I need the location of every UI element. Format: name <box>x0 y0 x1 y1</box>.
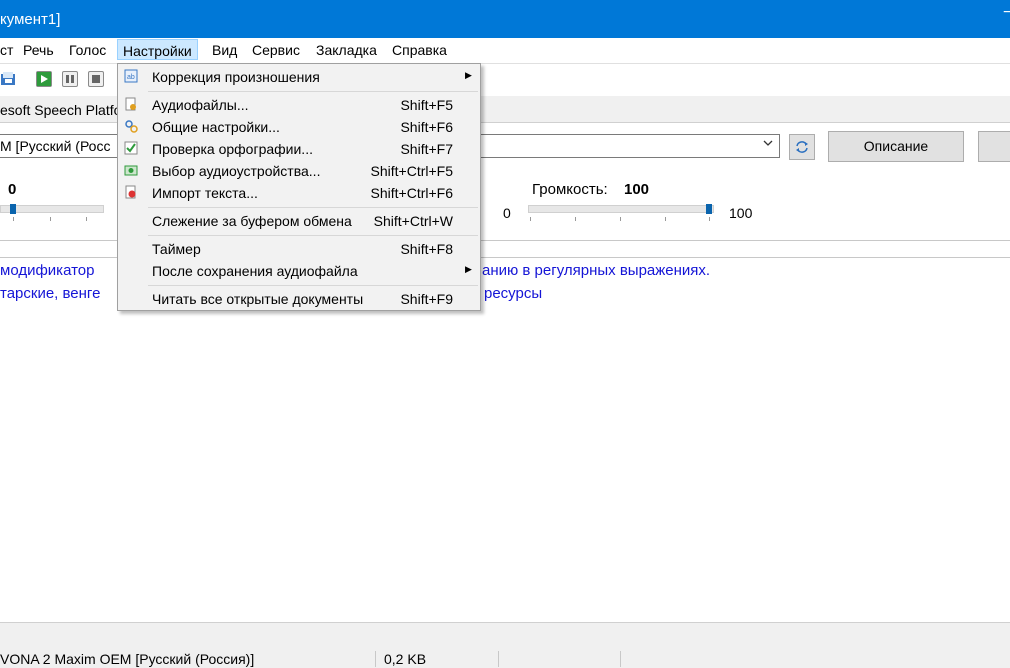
pronunciation-icon: ab <box>124 69 138 83</box>
menu-item-pronunciation[interactable]: ab Коррекция произношения ▶ <box>118 66 480 88</box>
engine-label: esoft Speech Platfo <box>0 102 122 118</box>
menu-view[interactable]: Вид <box>212 42 237 58</box>
menu-item-clipboard-watch[interactable]: Слежение за буфером обмена Shift+Ctrl+W <box>118 210 480 232</box>
status-voice: VONA 2 Maxim OEM [Русский (Россия)] <box>0 651 255 667</box>
swap-voice-button[interactable] <box>789 134 815 160</box>
rate-slider-thumb[interactable] <box>10 204 16 214</box>
menu-item-shortcut: Shift+F8 <box>400 241 453 257</box>
settings-dropdown-menu: ab Коррекция произношения ▶ Аудиофайлы..… <box>117 63 481 311</box>
audio-device-icon <box>124 163 138 177</box>
menu-voice[interactable]: Голос <box>69 42 106 58</box>
menu-service[interactable]: Сервис <box>252 42 300 58</box>
doc-line-2-right: ресурсы <box>484 285 543 302</box>
menu-item-label: Таймер <box>152 241 201 257</box>
menu-bar: ст Речь Голос Настройки Вид Сервис Закла… <box>0 38 1010 63</box>
svg-text:ab: ab <box>127 74 135 81</box>
import-text-icon <box>124 185 138 199</box>
status-size: 0,2 KB <box>384 651 427 667</box>
status-separator <box>498 651 499 667</box>
spellcheck-icon <box>124 141 138 155</box>
menu-item-audio-device[interactable]: Выбор аудиоустройства... Shift+Ctrl+F5 <box>118 160 480 182</box>
volume-tick <box>709 217 710 221</box>
volume-value: 100 <box>624 181 650 198</box>
menu-item-audio-files[interactable]: Аудиофайлы... Shift+F5 <box>118 94 480 116</box>
chevron-down-icon <box>762 137 774 152</box>
status-bar: VONA 2 Maxim OEM [Русский (Россия)] 0,2 … <box>0 623 1010 668</box>
volume-max: 100 <box>729 205 753 221</box>
status-separator <box>620 651 621 667</box>
stop-icon[interactable] <box>88 71 104 87</box>
menu-item-shortcut: Shift+Ctrl+W <box>373 213 453 229</box>
menu-item-shortcut: Shift+Ctrl+F6 <box>370 185 453 201</box>
open-icon[interactable] <box>0 70 18 88</box>
volume-slider[interactable] <box>528 205 714 213</box>
title-bar: кумент1] − <box>0 0 1010 38</box>
menu-item-timer[interactable]: Таймер Shift+F8 <box>118 238 480 260</box>
menu-item-shortcut: Shift+F5 <box>400 97 453 113</box>
voice-value: M [Русский (Росс <box>0 138 111 154</box>
play-icon[interactable] <box>36 71 52 87</box>
menu-item-label: Выбор аудиоустройства... <box>152 163 321 179</box>
menu-item-general-settings[interactable]: Общие настройки... Shift+F6 <box>118 116 480 138</box>
status-separator <box>375 651 376 667</box>
pause-icon[interactable] <box>62 71 78 87</box>
menu-item-import-text[interactable]: Импорт текста... Shift+Ctrl+F6 <box>118 182 480 204</box>
menu-separator <box>148 285 478 286</box>
volume-tick <box>620 217 621 221</box>
volume-min: 0 <box>503 205 511 221</box>
window-title: кумент1] <box>0 11 61 28</box>
menu-item-spellcheck[interactable]: Проверка орфографии... Shift+F7 <box>118 138 480 160</box>
menu-item-label: Коррекция произношения <box>152 69 320 85</box>
menu-item-shortcut: Shift+F9 <box>400 291 453 307</box>
menu-item-shortcut: Shift+Ctrl+F5 <box>370 163 453 179</box>
swap-icon <box>796 141 808 153</box>
extra-button[interactable] <box>978 131 1010 162</box>
document-area[interactable]: модификатор анию в регулярных выражениях… <box>0 258 1010 623</box>
menu-separator <box>148 235 478 236</box>
menu-item-label: Читать все открытые документы <box>152 291 364 307</box>
settings-icon <box>124 119 138 133</box>
menu-item-read-all[interactable]: Читать все открытые документы Shift+F9 <box>118 288 480 310</box>
volume-tick <box>665 217 666 221</box>
menu-speech[interactable]: Речь <box>23 42 54 58</box>
audio-files-icon <box>124 97 138 111</box>
menu-bookmark[interactable]: Закладка <box>316 42 377 58</box>
volume-tick <box>575 217 576 221</box>
menu-item-shortcut: Shift+F6 <box>400 119 453 135</box>
minimize-button[interactable]: − <box>1003 4 1010 22</box>
submenu-arrow-icon: ▶ <box>465 70 472 80</box>
menu-item-label: Аудиофайлы... <box>152 97 249 113</box>
rate-value: 0 <box>8 181 17 198</box>
rate-tick <box>50 217 51 221</box>
menu-item-after-save[interactable]: После сохранения аудиофайла ▶ <box>118 260 480 282</box>
doc-line-1-right: анию в регулярных выражениях. <box>482 262 711 279</box>
menu-item-shortcut: Shift+F7 <box>400 141 453 157</box>
submenu-arrow-icon: ▶ <box>465 264 472 274</box>
volume-slider-thumb[interactable] <box>706 204 712 214</box>
menu-item-label: Общие настройки... <box>152 119 280 135</box>
menu-item-label: Импорт текста... <box>152 185 258 201</box>
volume-label: Громкость: <box>532 181 608 198</box>
doc-line-2-left: тарские, венге <box>0 285 101 302</box>
rate-tick <box>86 217 87 221</box>
doc-line-1-left: модификатор <box>0 262 95 279</box>
volume-tick <box>530 217 531 221</box>
menu-separator <box>148 91 478 92</box>
rate-tick <box>13 217 14 221</box>
menu-item-label: Слежение за буфером обмена <box>152 213 352 229</box>
menu-item-label: После сохранения аудиофайла <box>152 263 358 279</box>
menu-help[interactable]: Справка <box>392 42 447 58</box>
menu-separator <box>148 207 478 208</box>
menu-settings[interactable]: Настройки <box>117 39 198 60</box>
describe-button[interactable]: Описание <box>828 131 964 162</box>
menu-item-label: Проверка орфографии... <box>152 141 313 157</box>
menu-text[interactable]: ст <box>0 42 13 58</box>
